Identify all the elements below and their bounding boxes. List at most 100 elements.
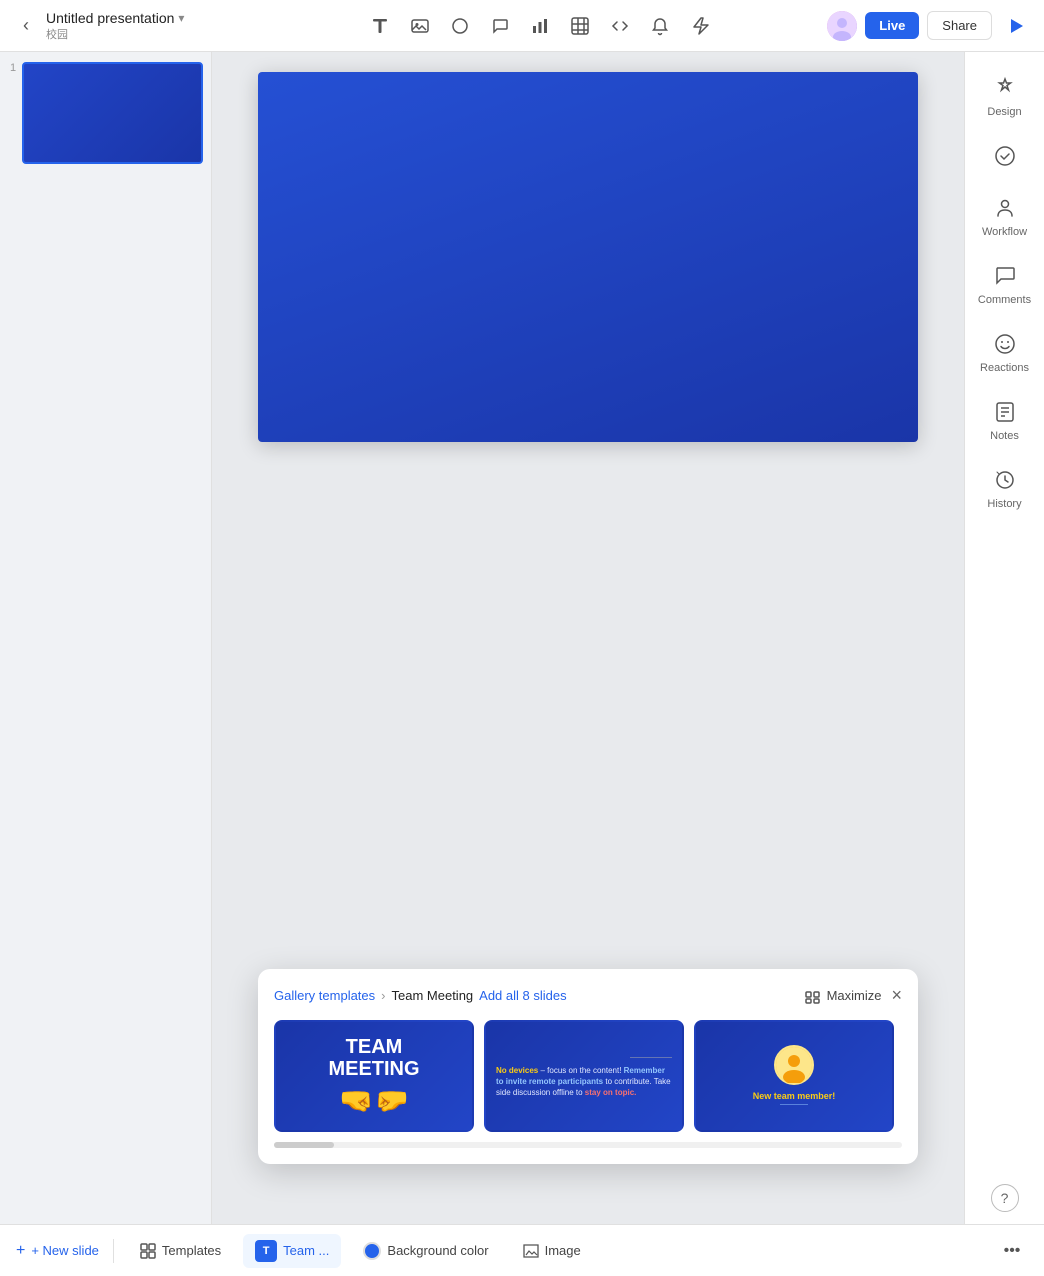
scroll-indicator-thumb [274, 1142, 334, 1148]
sidebar-item-check[interactable] [969, 132, 1041, 180]
notification-bell-button[interactable] [642, 8, 678, 44]
presentation-title: Untitled presentation [46, 10, 174, 26]
avatar [827, 11, 857, 41]
new-slide-button[interactable]: + + New slide [16, 1236, 99, 1266]
table-icon [570, 16, 590, 36]
embed-tool-button[interactable] [602, 8, 638, 44]
team-label: Team ... [283, 1243, 329, 1258]
design-icon [991, 74, 1019, 102]
comment-tool-button[interactable] [482, 8, 518, 44]
breadcrumb-separator: › [381, 988, 385, 1003]
shape-tool-button[interactable] [442, 8, 478, 44]
help-button[interactable]: ? [991, 1184, 1019, 1212]
maximize-button[interactable]: Maximize [805, 988, 882, 1004]
slide-thumbnail[interactable] [22, 62, 203, 164]
comment-icon [490, 16, 510, 36]
sidebar-item-history[interactable]: History [969, 456, 1041, 520]
team-icon-badge: T [255, 1240, 277, 1262]
slide-number: 1 [8, 62, 16, 74]
bell-icon [650, 16, 670, 36]
topbar-tools [262, 8, 817, 44]
close-popup-button[interactable]: × [891, 985, 902, 1006]
template-popup: Gallery templates › Team Meeting Add all… [258, 969, 918, 1164]
shape-icon [450, 16, 470, 36]
reactions-label: Reactions [980, 362, 1029, 374]
gallery-templates-link[interactable]: Gallery templates [274, 988, 375, 1003]
history-label: History [987, 498, 1021, 510]
back-icon: ‹ [23, 15, 29, 36]
sidebar-item-reactions[interactable]: Reactions [969, 320, 1041, 384]
new-member-label: New team member! [753, 1091, 836, 1101]
text-icon [370, 16, 390, 36]
bg-color-label: Background color [387, 1243, 488, 1258]
templates-label: Templates [162, 1243, 221, 1258]
table-tool-button[interactable] [562, 8, 598, 44]
template-card-rules-header: —————— [496, 1054, 672, 1061]
play-icon [1007, 17, 1025, 35]
maximize-icon [805, 988, 821, 1004]
image-tool-button[interactable] [402, 8, 438, 44]
check-icon [991, 142, 1019, 170]
chart-icon [530, 16, 550, 36]
design-label: Design [987, 106, 1021, 118]
notes-label: Notes [990, 430, 1019, 442]
bottom-bar: + + New slide Templates T Team ... Backg… [0, 1224, 1044, 1276]
title-row: Untitled presentation ▾ [46, 10, 184, 26]
template-rules-text: No devices – focus on the content! Remem… [496, 1065, 672, 1099]
bg-color-circle [363, 1242, 381, 1260]
chart-tool-button[interactable] [522, 8, 558, 44]
scroll-indicator-track [274, 1142, 902, 1148]
subtitle: 校园 [46, 26, 184, 42]
topbar-right: Live Share [827, 10, 1032, 42]
slide-content [258, 72, 918, 442]
title-caret[interactable]: ▾ [178, 11, 184, 25]
template-card-rules[interactable]: —————— No devices – focus on the content… [484, 1020, 684, 1132]
reactions-icon [991, 330, 1019, 358]
templates-icon [140, 1243, 156, 1259]
share-button[interactable]: Share [927, 11, 992, 40]
template-grid: TeamMeeting 🤜🤛 —————— No devices – focus… [274, 1020, 902, 1132]
sidebar-item-notes[interactable]: Notes [969, 388, 1041, 452]
sidebar-item-comments[interactable]: Comments [969, 252, 1041, 316]
workflow-icon [991, 194, 1019, 222]
bg-color-button[interactable]: Background color [351, 1236, 500, 1266]
popup-header: Gallery templates › Team Meeting Add all… [274, 985, 902, 1006]
slide-panel: 1 [0, 52, 212, 1224]
back-button[interactable]: ‹ [12, 12, 40, 40]
team-theme-button[interactable]: T Team ... [243, 1234, 341, 1268]
slide-panel-item: 1 [8, 62, 203, 164]
lightning-icon [690, 16, 710, 36]
right-sidebar: Design Workflow Comments React [964, 52, 1044, 1224]
text-tool-button[interactable] [362, 8, 398, 44]
title-block: Untitled presentation ▾ 校园 [46, 10, 184, 42]
popup-actions: Maximize × [805, 985, 902, 1006]
live-button[interactable]: Live [865, 12, 919, 39]
embed-icon [610, 16, 630, 36]
more-icon: ••• [1004, 1242, 1021, 1260]
add-all-slides-button[interactable]: Add all 8 slides [479, 988, 566, 1003]
maximize-label: Maximize [827, 988, 882, 1003]
new-slide-label: + New slide [31, 1243, 99, 1258]
workflow-label: Workflow [982, 226, 1027, 238]
image-button[interactable]: Image [511, 1237, 593, 1265]
template-card-team-meeting-main[interactable]: TeamMeeting 🤜🤛 [274, 1020, 474, 1132]
divider-1 [113, 1239, 114, 1263]
sidebar-item-workflow[interactable]: Workflow [969, 184, 1041, 248]
template-card-new-member[interactable]: New team member! ———— [694, 1020, 894, 1132]
template-title-1: TeamMeeting [328, 1036, 419, 1080]
sidebar-item-design[interactable]: Design [969, 64, 1041, 128]
member-avatar-image [776, 1047, 812, 1083]
topbar-left: ‹ Untitled presentation ▾ 校园 [12, 10, 252, 42]
image-bottom-icon [523, 1243, 539, 1259]
play-button[interactable] [1000, 10, 1032, 42]
lightning-tool-button[interactable] [682, 8, 718, 44]
comments-label: Comments [978, 294, 1031, 306]
more-options-button[interactable]: ••• [996, 1235, 1028, 1267]
canvas-area: Gallery templates › Team Meeting Add all… [212, 52, 964, 1224]
fist-icon: 🤜🤛 [339, 1084, 409, 1117]
history-icon [991, 466, 1019, 494]
templates-button[interactable]: Templates [128, 1237, 233, 1265]
user-avatar-image [827, 11, 857, 41]
popup-breadcrumb: Gallery templates › Team Meeting Add all… [274, 988, 567, 1003]
new-slide-plus-icon: + [16, 1242, 25, 1260]
